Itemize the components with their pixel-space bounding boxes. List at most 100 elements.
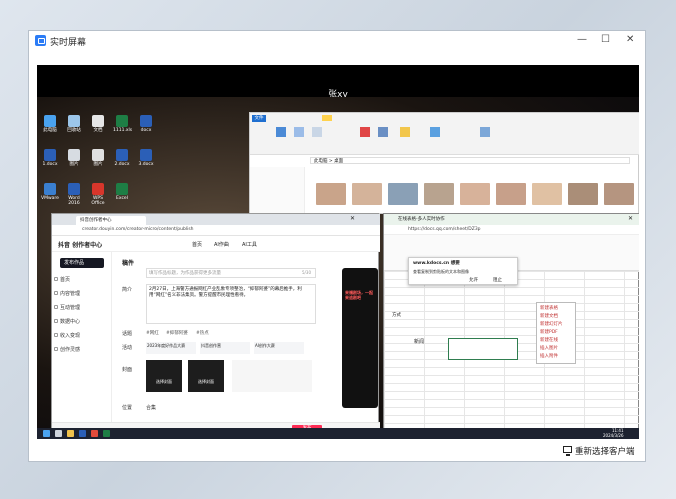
file-icon (140, 149, 152, 161)
select-all-icon[interactable] (480, 127, 490, 137)
word-icon[interactable] (79, 430, 86, 437)
folder-icon[interactable] (67, 430, 74, 437)
browser-tab[interactable]: 抖音创作者中心 (76, 216, 146, 225)
popup-text: 查看复制到剪贴板的文本和图像 (413, 269, 469, 274)
douyin-header: 抖音 创作者中心 首页 AI作曲 AI工具 (52, 236, 380, 252)
activity-label: 活动 (122, 345, 133, 351)
sidebar-item-inspiration[interactable]: 创作灵感 (54, 346, 80, 353)
sheet-address-bar[interactable]: https://docs.qq.com/sheet/DZ3p (384, 225, 639, 235)
menu-item[interactable]: 新建文档 (540, 313, 558, 319)
browser-address-bar[interactable]: creator.douyin.com/creator-micro/content… (52, 225, 380, 236)
publish-button[interactable]: 发布作品 (60, 258, 104, 268)
desktop-icon[interactable]: 1111.xls (113, 115, 132, 133)
menu-item[interactable]: 新建幻灯片 (540, 321, 563, 327)
desktop-icon[interactable]: Excel (113, 183, 131, 201)
reselect-client-button[interactable]: 重新选择客户端 (575, 445, 635, 457)
topic-tag[interactable]: #热点 (196, 330, 209, 336)
header-link-home[interactable]: 首页 (192, 241, 202, 248)
sheet-tab[interactable]: 在线表格-多人实时协作 (398, 216, 478, 222)
browser-close-icon[interactable]: ✕ (350, 215, 355, 222)
thumbnail[interactable] (424, 183, 454, 205)
rename-icon[interactable] (378, 127, 388, 137)
topic-tag[interactable]: #网红 (146, 330, 159, 336)
activity-card[interactable]: 2023年度好作品大赛 (146, 342, 196, 354)
file-icon (44, 149, 56, 161)
selected-cell[interactable] (448, 338, 518, 360)
menu-item[interactable]: 插入附件 (540, 353, 558, 359)
menu-item[interactable]: 新建在线 (540, 337, 558, 343)
activity-card[interactable]: AI创作大赛 (254, 342, 304, 354)
thumbnail[interactable] (532, 183, 562, 205)
topics-label: 话题 (122, 331, 133, 337)
maximize-button[interactable]: ☐ (601, 34, 610, 45)
close-button[interactable]: ✕ (626, 34, 634, 45)
minimize-button[interactable]: — (577, 34, 587, 45)
file-icon (44, 183, 56, 195)
desktop-icon[interactable]: 1.docx (41, 149, 59, 167)
desktop-icon[interactable]: 图片 (65, 149, 83, 167)
browser-window[interactable]: 抖音创作者中心 ✕ creator.douyin.com/creator-mic… (51, 213, 380, 434)
cell[interactable]: 方式 (392, 312, 401, 318)
explorer-address-bar[interactable]: 此电脑 > 桌面 (310, 157, 630, 164)
menu-item[interactable]: 新建表格 (540, 305, 558, 311)
header-link-ai-tools[interactable]: AI工具 (242, 241, 257, 248)
allow-button[interactable]: 允许 (469, 277, 478, 283)
description-textarea[interactable]: 2月27日，上海警方通报网红产业乱象专项整治，“抑郁阿婆”的幕后推手，利用“网红… (146, 284, 316, 324)
sidebar-item-income[interactable]: 收入变现 (54, 332, 80, 339)
pin-icon[interactable] (276, 127, 286, 137)
excel-icon[interactable] (103, 430, 110, 437)
sidebar-item-content[interactable]: 内容管理 (54, 290, 80, 297)
deny-button[interactable]: 阻止 (493, 277, 502, 283)
desktop-icon[interactable]: 图片 (89, 149, 107, 167)
desktop-icon[interactable]: 文档 (89, 115, 107, 133)
start-icon[interactable] (43, 430, 50, 437)
spreadsheet-window[interactable]: 在线表格-多人实时协作 ✕ https://docs.qq.com/sheet/… (383, 213, 639, 439)
search-icon[interactable] (55, 430, 62, 437)
menu-item[interactable]: 插入图片 (540, 345, 558, 351)
thumbnail[interactable] (460, 183, 490, 205)
sidebar-item-data[interactable]: 数据中心 (54, 318, 80, 325)
cover-select-button[interactable]: 选择封面 (146, 360, 182, 392)
location-label: 位置 (122, 405, 133, 411)
header-link-ai-music[interactable]: AI作曲 (214, 241, 229, 248)
topic-tag[interactable]: #抑郁阿婆 (166, 330, 188, 336)
activity-card[interactable]: 抖音创作营 (200, 342, 250, 354)
thumbnail[interactable] (496, 183, 526, 205)
menu-item[interactable]: 新建PDF (540, 329, 558, 335)
file-icon (92, 149, 104, 161)
explorer-nav-pane[interactable] (250, 167, 305, 213)
desktop-icon[interactable]: 此电脑 (41, 115, 59, 133)
thumbnail[interactable] (388, 183, 418, 205)
remote-screen[interactable]: 此电脑 回收站 文档 1111.xls docx 1.docx 图片 图片 2.docx 3.do… (37, 97, 639, 439)
desktop-icon[interactable]: VMware (41, 183, 59, 201)
browser-tabbar: 抖音创作者中心 ✕ (52, 214, 380, 225)
desktop-icon[interactable]: docx (137, 115, 155, 133)
desktop-icon[interactable]: 3.docx (137, 149, 155, 167)
cover-select-button[interactable]: 选择封面 (188, 360, 224, 392)
properties-icon[interactable] (430, 127, 440, 137)
sidebar-item-interaction[interactable]: 互动管理 (54, 304, 80, 311)
thumbnail[interactable] (352, 183, 382, 205)
sidebar-item-home[interactable]: 首页 (54, 276, 70, 283)
thumbnail[interactable] (604, 183, 634, 205)
thumbnail[interactable] (568, 183, 598, 205)
file-icon (116, 183, 128, 195)
title-input[interactable]: 填写作品标题，为作品获得更多流量 (146, 268, 316, 278)
desktop-icon[interactable]: 2.docx (113, 149, 131, 167)
desktop-icon-label: Word 2016 (68, 196, 80, 206)
desktop-icon[interactable]: Word 2016 (65, 183, 83, 206)
desktop-icon[interactable]: 回收站 (65, 115, 83, 133)
copy-icon[interactable] (294, 127, 304, 137)
paste-icon[interactable] (312, 127, 322, 137)
desktop-icon-label: 图片 (93, 162, 103, 167)
money-icon (54, 333, 58, 337)
cell[interactable]: 新闻 (414, 338, 424, 345)
new-folder-icon[interactable] (400, 127, 410, 137)
sheet-close-icon[interactable]: ✕ (628, 215, 633, 222)
delete-icon[interactable] (360, 127, 370, 137)
chrome-icon[interactable] (91, 430, 98, 437)
explorer-file-tab[interactable]: 文件 (252, 115, 266, 122)
file-explorer-window[interactable]: 文件 此电脑 > 桌面 (249, 112, 639, 214)
desktop-icon[interactable]: WPS Office (89, 183, 107, 206)
thumbnail[interactable] (316, 183, 346, 205)
